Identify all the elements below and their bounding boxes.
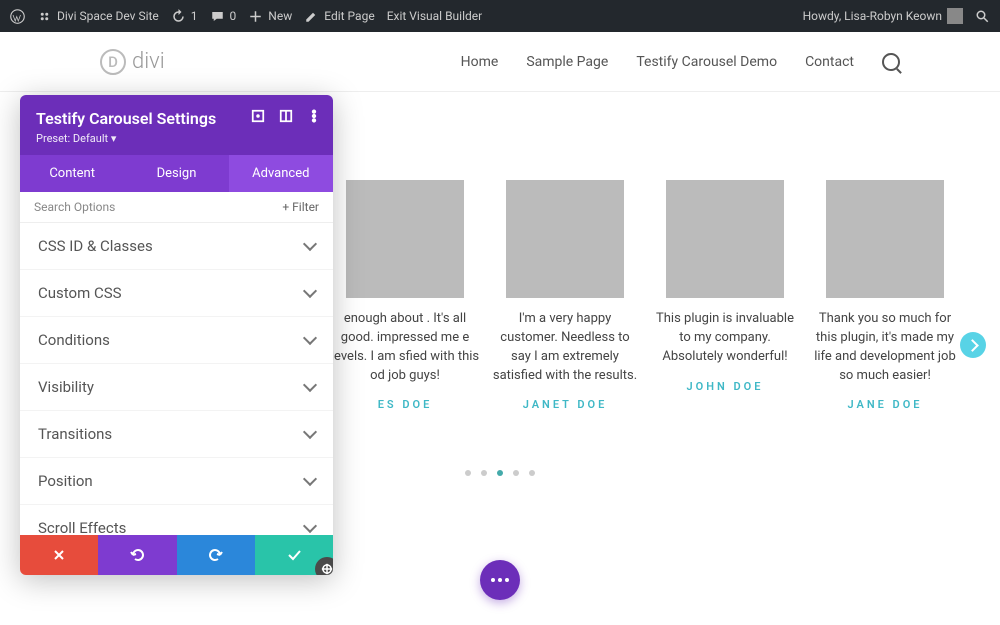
testimonial-card: I'm a very happy customer. Needless to s… bbox=[490, 180, 640, 413]
avatar bbox=[947, 8, 963, 24]
section-scroll-effects[interactable]: Scroll Effects bbox=[20, 505, 333, 535]
expand-icon[interactable] bbox=[251, 109, 265, 123]
testimonial-author: JANET DOE bbox=[490, 397, 640, 413]
testimonial-image bbox=[346, 180, 464, 298]
comments-link[interactable]: 0 bbox=[210, 9, 237, 24]
main-nav: Home Sample Page Testify Carousel Demo C… bbox=[461, 53, 900, 71]
testimonial-author: JOHN DOE bbox=[650, 379, 800, 395]
panel-tabs: Content Design Advanced bbox=[20, 155, 333, 192]
search-icon[interactable] bbox=[882, 53, 900, 71]
chevron-down-icon bbox=[303, 284, 317, 298]
carousel-next-button[interactable] bbox=[960, 332, 986, 358]
howdy-user[interactable]: Howdy, Lisa-Robyn Keown bbox=[803, 8, 963, 24]
divi-builder-fab[interactable] bbox=[480, 560, 520, 600]
redo-button[interactable] bbox=[177, 535, 255, 575]
testimonial-text: enough about . It's all good. impressed … bbox=[330, 310, 480, 385]
testimonial-card: This plugin is invaluable to my company.… bbox=[650, 180, 800, 413]
testimonial-card: Thank you so much for this plugin, it's … bbox=[810, 180, 960, 413]
carousel-dot[interactable] bbox=[481, 470, 487, 476]
chevron-down-icon bbox=[303, 378, 317, 392]
nav-home[interactable]: Home bbox=[461, 54, 499, 70]
more-icon[interactable] bbox=[307, 109, 321, 123]
wp-admin-bar: Divi Space Dev Site 1 0 New Edit Page Ex… bbox=[0, 0, 1000, 32]
columns-icon[interactable] bbox=[279, 109, 293, 123]
carousel-dot[interactable] bbox=[513, 470, 519, 476]
search-icon[interactable] bbox=[975, 9, 990, 24]
logo-icon: D bbox=[100, 49, 126, 75]
testimonial-text: I'm a very happy customer. Needless to s… bbox=[490, 310, 640, 385]
new-link[interactable]: New bbox=[248, 9, 292, 24]
carousel-dot[interactable] bbox=[465, 470, 471, 476]
site-name-link[interactable]: Divi Space Dev Site bbox=[37, 9, 159, 24]
carousel-dot[interactable] bbox=[497, 470, 503, 476]
undo-button[interactable] bbox=[98, 535, 176, 575]
section-position[interactable]: Position bbox=[20, 458, 333, 505]
tab-advanced[interactable]: Advanced bbox=[229, 155, 333, 192]
testimonial-image bbox=[826, 180, 944, 298]
exit-visual-builder[interactable]: Exit Visual Builder bbox=[387, 9, 483, 23]
testimonial-author: ES DOE bbox=[330, 397, 480, 413]
testimonial-card: enough about . It's all good. impressed … bbox=[330, 180, 480, 413]
updates-link[interactable]: 1 bbox=[171, 9, 198, 24]
nav-testify-demo[interactable]: Testify Carousel Demo bbox=[636, 54, 777, 70]
settings-panel: Testify Carousel Settings Preset: Defaul… bbox=[20, 95, 333, 575]
search-options-input[interactable]: Search Options bbox=[34, 200, 115, 214]
testimonial-text: Thank you so much for this plugin, it's … bbox=[810, 310, 960, 385]
testimonial-author: JANE DOE bbox=[810, 397, 960, 413]
section-transitions[interactable]: Transitions bbox=[20, 411, 333, 458]
testimonial-carousel: enough about . It's all good. impressed … bbox=[330, 180, 960, 413]
carousel-dots bbox=[465, 470, 535, 476]
preset-selector[interactable]: Preset: Default ▾ bbox=[36, 132, 317, 145]
section-conditions[interactable]: Conditions bbox=[20, 317, 333, 364]
section-visibility[interactable]: Visibility bbox=[20, 364, 333, 411]
testimonial-text: This plugin is invaluable to my company.… bbox=[650, 310, 800, 367]
panel-header[interactable]: Testify Carousel Settings Preset: Defaul… bbox=[20, 95, 333, 155]
sections-list[interactable]: CSS ID & Classes Custom CSS Conditions V… bbox=[20, 223, 333, 535]
chevron-down-icon bbox=[303, 519, 317, 533]
panel-footer bbox=[20, 535, 333, 575]
section-custom-css[interactable]: Custom CSS bbox=[20, 270, 333, 317]
testimonial-image bbox=[506, 180, 624, 298]
carousel-dot[interactable] bbox=[529, 470, 535, 476]
chevron-down-icon bbox=[303, 237, 317, 251]
cancel-button[interactable] bbox=[20, 535, 98, 575]
section-css-id-classes[interactable]: CSS ID & Classes bbox=[20, 223, 333, 270]
edit-page-link[interactable]: Edit Page bbox=[304, 9, 374, 24]
chevron-down-icon bbox=[303, 331, 317, 345]
logo[interactable]: D divi bbox=[100, 49, 165, 75]
drag-handle[interactable] bbox=[315, 557, 333, 575]
wp-logo[interactable] bbox=[10, 9, 25, 24]
chevron-down-icon bbox=[303, 425, 317, 439]
tab-design[interactable]: Design bbox=[124, 155, 228, 192]
testimonial-image bbox=[666, 180, 784, 298]
filter-button[interactable]: + Filter bbox=[282, 200, 319, 214]
nav-sample-page[interactable]: Sample Page bbox=[526, 54, 608, 70]
site-header: D divi Home Sample Page Testify Carousel… bbox=[0, 32, 1000, 92]
tab-content[interactable]: Content bbox=[20, 155, 124, 192]
nav-contact[interactable]: Contact bbox=[805, 54, 854, 70]
chevron-down-icon bbox=[303, 472, 317, 486]
